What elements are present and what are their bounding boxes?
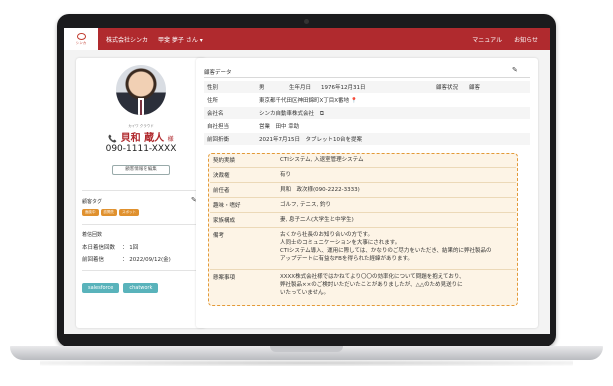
detail-value: 古くから社長のお知り合いの方です。 人同士のコミュニケーションを大事にされます。… <box>280 231 516 263</box>
detail-value: 妻, 息子二人(大学生と中学生) <box>280 217 354 223</box>
divider <box>82 190 200 191</box>
detail-label: 前任者 <box>213 188 230 194</box>
map-pin-icon[interactable]: 📍 <box>351 98 358 104</box>
notice-link[interactable]: お知らせ <box>514 35 538 44</box>
user-menu[interactable]: 甲斐 夢子 さん ▾ <box>158 35 203 44</box>
issue-line: 弊社製品××のご検討いただいたことがありましたが、△△のため見送りに <box>280 282 463 288</box>
detail-label: 備考 <box>213 233 225 239</box>
detail-row: 家族構成 妻, 息子二人(大学生と中学生) <box>210 216 516 224</box>
detail-row: 備考 古くから社長のお知り合いの方です。 人同士のコミュニケーションを大事にされ… <box>210 231 516 263</box>
company-value: シンカ自動車株式会社 <box>259 110 315 117</box>
note-line: アップデートに有益なFBを得られた経緯があります。 <box>280 256 413 262</box>
detail-value: CTIシステム, 入退室管理システム <box>280 157 364 163</box>
detail-value: 貝和 政次様(090-2222-3333) <box>280 187 360 193</box>
avatar <box>116 65 166 115</box>
detail-row: 懸案事項 XXXX株式会社様ではかねてより〇〇の効率化について問題を抱えており、… <box>210 273 516 297</box>
gender-row: 性別 男 生年月日 1976年12月31日 顧客状況 顧客 <box>204 81 530 93</box>
status-label: 顧客状況 <box>436 85 459 91</box>
divider <box>82 224 200 225</box>
issue-line: XXXX株式会社様ではかねてより〇〇の効率化について問題を抱えており、 <box>280 274 465 280</box>
laptop-notch <box>270 346 343 352</box>
last-arrival-value: ： 2022/09/12(金) <box>122 257 171 263</box>
panel-title: 顧客データ <box>204 70 232 76</box>
prev-contact-value: 2021年7月15日 タブレット10台を提案 <box>259 137 362 143</box>
chatwork-button[interactable]: chatwork <box>123 283 159 293</box>
birth-value: 1976年12月31日 <box>321 85 366 91</box>
birth-label: 生年月日 <box>289 85 312 91</box>
detail-label: 懸案事項 <box>213 275 236 281</box>
last-arrival-row: 前回着信 ： 2022/09/12(金) <box>82 255 171 263</box>
address-label: 住所 <box>207 98 219 104</box>
tags-title: 顧客タグ <box>82 199 103 205</box>
tag[interactable]: 訪問先 <box>100 209 117 216</box>
arrival-count-label: 本日着信回数 <box>82 245 116 251</box>
logo-icon <box>76 32 86 40</box>
detail-row: 契約実績 CTIシステム, 入退室管理システム <box>210 156 516 164</box>
note-line: CTIシステム導入、運用に際しては、かなりのご尽力をいただき、結果的に弊社製品の <box>280 248 492 254</box>
staff-row: 自社担当 営業 田中 幸助 <box>204 120 530 132</box>
salesforce-button[interactable]: salesforce <box>82 283 120 293</box>
detail-row: 決裁権 有り <box>210 171 516 179</box>
detail-label: 家族構成 <box>213 218 236 224</box>
gender-label: 性別 <box>207 85 219 91</box>
arrivals-title: 着信回数 <box>82 232 103 238</box>
customer-name-text: 貝和 蔵人 <box>120 133 165 144</box>
detail-value: 有り <box>280 172 292 178</box>
arrival-count-row: 本日着信回数 ： 1回 <box>82 243 138 251</box>
prev-contact-label: 前回折衝 <box>207 137 230 143</box>
integration-list: salesforce chatwork <box>82 283 159 293</box>
external-link-icon[interactable]: ⧉ <box>320 110 324 117</box>
detail-value: ゴルフ, テニス, 釣り <box>280 202 331 208</box>
logo[interactable]: シンカ <box>64 28 98 50</box>
detail-value: XXXX株式会社様ではかねてより〇〇の効率化について問題を抱えており、 弊社製品… <box>280 273 516 297</box>
company-label: 会社名 <box>207 111 224 117</box>
detail-row: 前任者 貝和 政次様(090-2222-3333) <box>210 186 516 194</box>
status-value: 顧客 <box>469 85 481 91</box>
app-screen: シンカ 株式会社シンカ 甲斐 夢子 さん ▾ マニュアル お知らせ カイワ クラ… <box>64 28 550 334</box>
customer-profile-panel: カイワ クラウド 📞 貝和 蔵人 様 090-1111-XXXX 顧客情報を編集… <box>76 58 206 328</box>
note-line: 古くから社長のお知り合いの方です。 <box>280 232 373 238</box>
tag[interactable]: スポット <box>119 209 139 216</box>
edit-customer-button[interactable]: 顧客情報を編集 <box>112 165 170 175</box>
prev-contact-row: 前回折衝 2021年7月15日 タブレット10台を提案 <box>204 133 530 145</box>
customer-name: 📞 貝和 蔵人 様 <box>76 129 206 144</box>
address-value: 東京都千代田区神田錦町X丁目X番地 <box>259 98 350 104</box>
honorific: 様 <box>167 136 174 143</box>
staff-value: 営業 田中 幸助 <box>259 124 300 130</box>
phone-icon: 📞 <box>108 135 118 143</box>
divider <box>82 270 200 271</box>
company-row: 会社名 シンカ自動車株式会社 ⧉ <box>204 107 530 119</box>
laptop-shadow <box>40 360 573 366</box>
gender-value: 男 <box>259 85 265 91</box>
tag-list: 面談中 訪問先 スポット <box>82 209 139 216</box>
detail-label: 趣味・嗜好 <box>213 203 241 209</box>
detail-label: 契約実績 <box>213 158 236 164</box>
logo-text: シンカ <box>75 40 87 45</box>
arrival-count-value: ： 1回 <box>122 245 139 251</box>
top-bar: シンカ 株式会社シンカ 甲斐 夢子 さん ▾ マニュアル お知らせ <box>64 28 550 50</box>
manual-link[interactable]: マニュアル <box>472 35 502 44</box>
camera-icon <box>304 19 309 24</box>
issue-line: いたっていません。 <box>280 290 330 296</box>
address-row: 住所 東京都千代田区神田錦町X丁目X番地 📍 <box>204 94 530 106</box>
note-line: 人同士のコミュニケーションを大事にされます。 <box>280 240 401 246</box>
tag[interactable]: 面談中 <box>82 209 99 216</box>
edit-customer-data-icon[interactable]: ✎ <box>512 66 518 74</box>
staff-label: 自社担当 <box>207 124 230 130</box>
detail-row: 趣味・嗜好 ゴルフ, テニス, 釣り <box>210 201 516 209</box>
phone-number[interactable]: 090-1111-XXXX <box>76 144 206 154</box>
detail-label: 決裁権 <box>213 173 230 179</box>
last-arrival-label: 前回着信 <box>82 257 105 263</box>
company-name: 株式会社シンカ <box>106 36 149 44</box>
